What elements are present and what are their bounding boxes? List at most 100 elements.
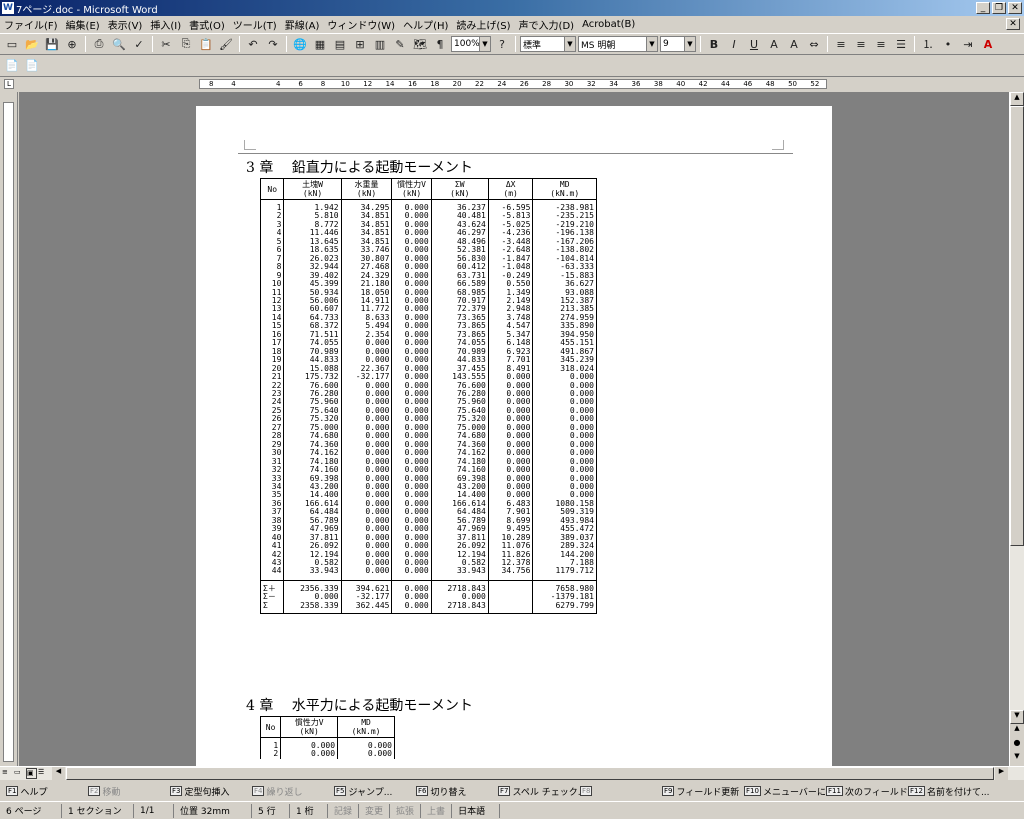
- menu-file[interactable]: ファイル(F): [0, 17, 62, 32]
- scroll-right-arrow-icon[interactable]: ▶: [995, 767, 1008, 780]
- paste-icon[interactable]: 📋: [197, 35, 215, 53]
- document-map-icon[interactable]: 🗺: [411, 35, 429, 53]
- vertical-scrollbar[interactable]: ▲ ▼ ▲ ● ▼: [1009, 92, 1024, 766]
- horizontal-ruler[interactable]: L 8 4 4 6 8 10 12 14 16 18 20 22 24 26 28 30 32 34 36 38 40 4…: [0, 77, 1024, 92]
- scroll-left-arrow-icon[interactable]: ◀: [52, 767, 65, 780]
- ruler-corner[interactable]: L: [4, 79, 14, 89]
- convert-pdf-icon[interactable]: 📄: [3, 57, 21, 75]
- font-combo[interactable]: MS 明朝 ▼: [578, 36, 658, 52]
- function-key-f9[interactable]: F9 フィールド更新: [662, 785, 739, 798]
- function-key-f4[interactable]: F4 繰り返し: [252, 785, 328, 798]
- scroll-down-arrow-icon[interactable]: ▼: [1010, 710, 1024, 724]
- status-bar: 6 ページ 1 セクション 1/1 位置 32mm 5 行 1 桁 記録 変更 …: [0, 801, 1024, 819]
- function-key-f12[interactable]: F12 名前を付けて...: [908, 785, 990, 798]
- char-border-icon[interactable]: A: [765, 35, 783, 53]
- menu-help[interactable]: ヘルプ(H): [399, 17, 452, 32]
- function-key-bar: F1 ヘルプ F2 移動 F3 定型句挿入 F4 繰り返し F5 ジャンプ... F6 切り替え F7 ス…: [0, 782, 1024, 800]
- print-layout-icon[interactable]: ▣: [26, 768, 37, 779]
- undo-icon[interactable]: ↶: [244, 35, 262, 53]
- indent-icon[interactable]: ⇥: [959, 35, 977, 53]
- status-track-changes[interactable]: 変更: [359, 803, 391, 818]
- select-browse-object-icon[interactable]: ●: [1010, 738, 1024, 752]
- table-header-cell: ΣW (kN): [430, 178, 489, 200]
- maximize-button[interactable]: ❐: [992, 2, 1006, 14]
- menu-tools[interactable]: ツール(T): [229, 17, 281, 32]
- open-icon[interactable]: 📂: [23, 35, 41, 53]
- underline-icon[interactable]: U: [745, 35, 763, 53]
- document-page[interactable]: 3 章 鉛直力による起動モーメント No 土塊W (kN) 水重量 (kN) 慣性力V (k…: [196, 106, 832, 766]
- outline-view-icon[interactable]: ☰: [38, 768, 49, 779]
- numbering-icon[interactable]: ⒈: [919, 35, 937, 53]
- function-key-f5[interactable]: F5 ジャンプ...: [334, 785, 410, 798]
- format-painter-icon[interactable]: 🖌: [217, 35, 235, 53]
- insert-excel-icon[interactable]: ⊞: [351, 35, 369, 53]
- status-record-macro[interactable]: 記録: [328, 803, 360, 818]
- align-right-icon[interactable]: ≡: [872, 35, 890, 53]
- print-icon[interactable]: ⎙: [90, 35, 108, 53]
- function-key-f7[interactable]: F7 スペル チェック...: [498, 785, 586, 798]
- scroll-thumb[interactable]: [1010, 106, 1024, 546]
- bullets-icon[interactable]: •: [939, 35, 957, 53]
- char-scale-icon[interactable]: ⇔: [805, 35, 823, 53]
- menu-format[interactable]: 書式(O): [185, 17, 229, 32]
- char-shading-icon[interactable]: A: [785, 35, 803, 53]
- insert-table-icon[interactable]: ▤: [331, 35, 349, 53]
- help-icon[interactable]: ?: [493, 35, 511, 53]
- status-overtype[interactable]: 上書: [421, 803, 453, 818]
- menu-window[interactable]: ウィンドウ(W): [323, 17, 399, 32]
- next-page-icon[interactable]: ▼: [1010, 752, 1024, 766]
- distribute-icon[interactable]: ☰: [892, 35, 910, 53]
- menu-insert[interactable]: 挿入(I): [146, 17, 185, 32]
- close-document-button[interactable]: ✕: [1006, 18, 1020, 30]
- zoom-combo[interactable]: 100% ▼: [451, 36, 491, 52]
- save-icon[interactable]: 💾: [43, 35, 61, 53]
- function-key-f6[interactable]: F6 切り替え: [416, 785, 492, 798]
- permission-icon[interactable]: ⊕: [63, 35, 81, 53]
- menu-acrobat[interactable]: Acrobat(B): [578, 19, 639, 30]
- redo-icon[interactable]: ↷: [264, 35, 282, 53]
- horizontal-force-table: No 慣性力V (kN) MD (kN.m) 1 0.000 0.000 2 0.000 0.000: [259, 716, 395, 759]
- prev-page-icon[interactable]: ▲: [1010, 724, 1024, 738]
- show-hide-icon[interactable]: ¶: [431, 35, 449, 53]
- drawing-icon[interactable]: ✎: [391, 35, 409, 53]
- function-key-f8[interactable]: F8: [580, 786, 656, 796]
- cut-icon[interactable]: ✂: [157, 35, 175, 53]
- table-header-cell: ΔX (m): [487, 178, 534, 200]
- bold-icon[interactable]: B: [705, 35, 723, 53]
- print-preview-icon[interactable]: 🔍: [110, 35, 128, 53]
- function-key-f11[interactable]: F11 次のフィールド: [826, 785, 908, 798]
- columns-icon[interactable]: ▥: [371, 35, 389, 53]
- horizontal-scrollbar[interactable]: ≡ ▭ ▣ ☰ ◀ ▶: [0, 766, 1024, 780]
- align-center-icon[interactable]: ≡: [852, 35, 870, 53]
- vertical-ruler[interactable]: [0, 92, 18, 766]
- menu-read-aloud[interactable]: 読み上げ(S): [452, 17, 514, 32]
- tables-borders-icon[interactable]: ▦: [311, 35, 329, 53]
- copy-icon[interactable]: ⎘: [177, 35, 195, 53]
- function-key-f3[interactable]: F3 定型句挿入: [170, 785, 246, 798]
- menu-table[interactable]: 罫線(A): [281, 17, 324, 32]
- hyperlink-icon[interactable]: 🌐: [291, 35, 309, 53]
- minimize-button[interactable]: _: [976, 2, 990, 14]
- hscroll-thumb[interactable]: [66, 767, 994, 780]
- menu-view[interactable]: 表示(V): [104, 17, 147, 32]
- close-window-button[interactable]: ✕: [1008, 2, 1022, 14]
- function-key-f10[interactable]: F10 メニューバーに...: [744, 785, 834, 798]
- style-combo[interactable]: 標準 ▼: [520, 36, 576, 52]
- convert-pdf-mail-icon[interactable]: 📄: [23, 57, 41, 75]
- function-key-f2[interactable]: F2 移動: [88, 785, 164, 798]
- menu-voice-input[interactable]: 声で入力(D): [515, 17, 579, 32]
- font-color-icon[interactable]: A: [979, 35, 997, 53]
- scroll-up-arrow-icon[interactable]: ▲: [1010, 92, 1024, 106]
- status-extend[interactable]: 拡張: [390, 803, 422, 818]
- new-icon[interactable]: ▭: [3, 35, 21, 53]
- spelling-icon[interactable]: ✓: [130, 35, 148, 53]
- normal-view-icon[interactable]: ≡: [2, 768, 13, 779]
- menu-edit[interactable]: 編集(E): [62, 17, 104, 32]
- status-language[interactable]: 日本語: [452, 803, 501, 818]
- function-key-f1[interactable]: F1 ヘルプ: [6, 785, 82, 798]
- align-justify-icon[interactable]: ≡: [832, 35, 850, 53]
- font-size-combo[interactable]: 9 ▼: [660, 36, 696, 52]
- italic-icon[interactable]: I: [725, 35, 743, 53]
- web-layout-icon[interactable]: ▭: [14, 768, 25, 779]
- document-area[interactable]: 3 章 鉛直力による起動モーメント No 土塊W (kN) 水重量 (kN) 慣性力V (k…: [19, 92, 1009, 766]
